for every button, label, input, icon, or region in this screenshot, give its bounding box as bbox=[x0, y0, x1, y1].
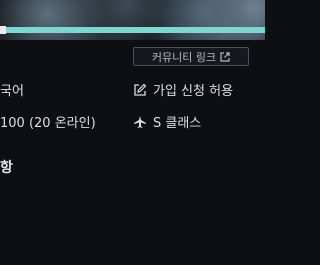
section-title: 항 bbox=[0, 160, 13, 176]
members-text: 100 (20 온라인) bbox=[0, 116, 96, 131]
join-policy-text: 가입 신청 허용 bbox=[153, 84, 234, 99]
club-banner-image bbox=[0, 0, 265, 40]
community-link-label: 커뮤니티 링크 bbox=[151, 50, 217, 64]
community-link-button[interactable]: 커뮤니티 링크 bbox=[133, 47, 249, 66]
progress-bar-fill bbox=[0, 27, 265, 33]
progress-bar-marker bbox=[0, 26, 6, 34]
language-text: 국어 bbox=[0, 84, 24, 99]
language-info: 국어 bbox=[0, 80, 24, 99]
class-text: S 클래스 bbox=[153, 116, 202, 131]
join-policy-info: 가입 신청 허용 bbox=[133, 80, 233, 99]
external-link-icon bbox=[220, 51, 230, 62]
progress-bar bbox=[0, 27, 265, 33]
class-info: S 클래스 bbox=[133, 112, 201, 131]
airplane-icon bbox=[133, 115, 147, 129]
members-info: 100 (20 온라인) bbox=[0, 112, 96, 131]
edit-icon bbox=[133, 83, 147, 97]
